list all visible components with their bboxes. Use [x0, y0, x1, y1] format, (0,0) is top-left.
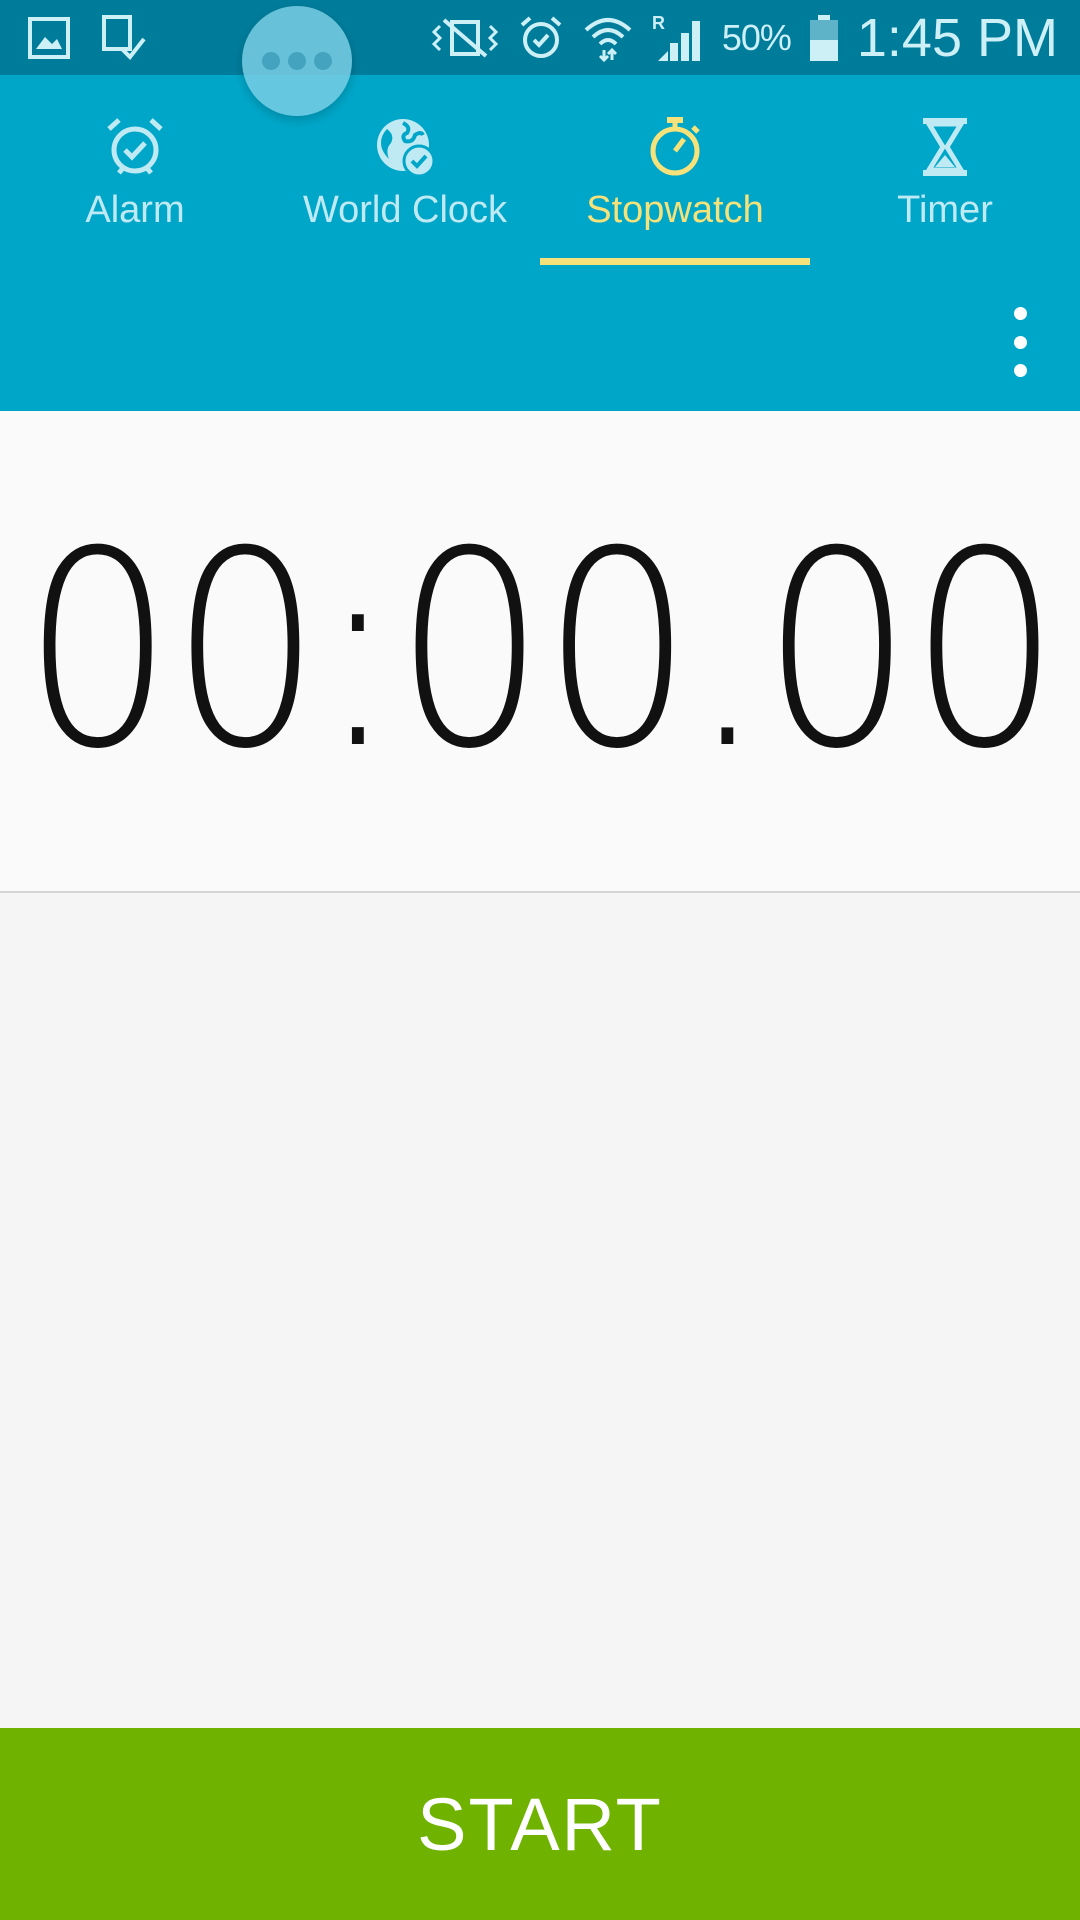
- vibrate-mute-icon: [430, 16, 500, 60]
- stopwatch-display: 00:00.00: [0, 411, 1080, 893]
- more-options-dot: [1013, 364, 1027, 377]
- tab-stopwatch[interactable]: Stopwatch: [540, 75, 810, 265]
- battery-percent: 50%: [721, 16, 792, 58]
- tab-bar: Alarm World Clock Stopwatch Timer: [0, 75, 1080, 265]
- tab-alarm-label: Alarm: [85, 189, 185, 231]
- status-bar: R 50% 1:45 PM: [0, 0, 1080, 75]
- tab-timer[interactable]: Timer: [810, 75, 1080, 265]
- status-bar-time: 1:45 PM: [856, 7, 1058, 68]
- app-header: Alarm World Clock Stopwatch Timer: [0, 75, 1080, 411]
- more-options-dot: [1013, 307, 1027, 320]
- laps-list: [0, 893, 1080, 1728]
- stopwatch-icon: [643, 115, 707, 179]
- more-options-dot: [1013, 335, 1027, 349]
- wifi-icon: [582, 14, 634, 62]
- bubble-dot: [262, 52, 280, 70]
- globe-check-icon: [373, 115, 437, 179]
- start-button[interactable]: START: [0, 1728, 1080, 1920]
- bubble-dot: [314, 52, 332, 70]
- tab-world-clock-label: World Clock: [302, 189, 508, 231]
- tab-alarm[interactable]: Alarm: [0, 75, 270, 265]
- screenshot-check-icon: [100, 14, 146, 61]
- gallery-icon: [28, 16, 70, 59]
- alarm-icon: [518, 15, 564, 61]
- tab-stopwatch-label: Stopwatch: [586, 189, 764, 231]
- status-bar-right: R 50% 1:45 PM: [430, 0, 1058, 75]
- alarm-clock-icon: [103, 115, 167, 179]
- hourglass-icon: [913, 115, 977, 179]
- bubble-dot: [288, 52, 306, 70]
- more-options-button[interactable]: [1000, 307, 1040, 377]
- floating-bubble-button[interactable]: [242, 6, 352, 116]
- stopwatch-time: 00:00.00: [22, 493, 1061, 808]
- active-tab-indicator: [540, 258, 810, 265]
- tab-timer-label: Timer: [897, 189, 993, 231]
- battery-icon: [809, 14, 839, 62]
- svg-text:R: R: [652, 13, 665, 33]
- roaming-signal-icon: R: [652, 13, 704, 63]
- stopwatch-screen: R 50% 1:45 PM Alarm World Clock Stopwatc…: [0, 0, 1080, 1920]
- status-bar-left: [28, 0, 146, 75]
